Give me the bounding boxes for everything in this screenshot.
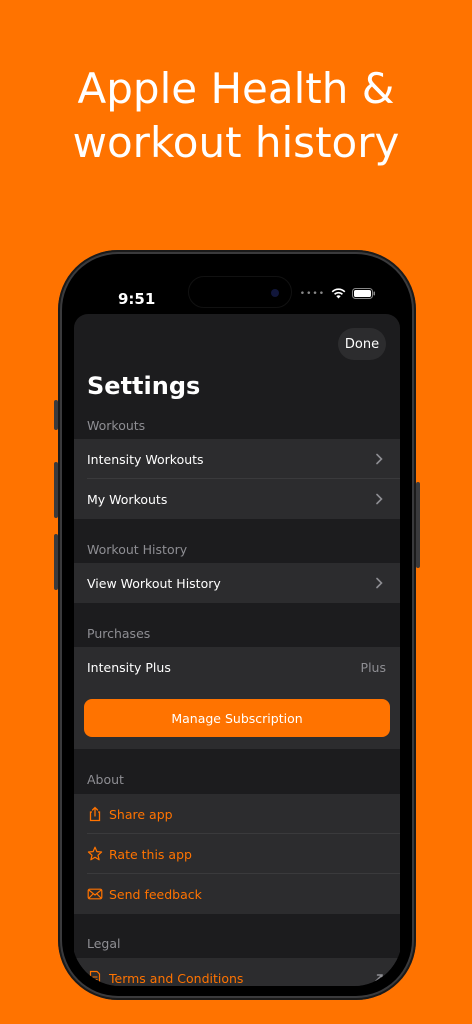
status-bar: 9:51 •••• [72, 264, 402, 316]
envelope-icon [87, 888, 103, 900]
action-button [54, 400, 58, 430]
section-header-workout-history: Workout History [87, 542, 188, 557]
list-item-share-app[interactable]: Share app [74, 794, 400, 834]
phone-frame: 9:51 •••• Done Settings Workouts Intensi… [54, 250, 420, 1000]
manage-subscription-button[interactable]: Manage Subscription [84, 699, 390, 737]
list-item-label: Send feedback [109, 886, 202, 902]
camera-icon [271, 289, 279, 297]
list-item-intensity-workouts[interactable]: Intensity Workouts [74, 439, 400, 479]
phone-bezel: 9:51 •••• Done Settings Workouts Intensi… [62, 254, 412, 996]
list-item-label: Terms and Conditions [109, 970, 244, 986]
status-icons: •••• [300, 288, 376, 299]
list-item-label: Rate this app [109, 846, 192, 862]
star-icon [87, 846, 103, 861]
chevron-right-icon [376, 453, 383, 465]
list-item-rate-app[interactable]: Rate this app [74, 834, 400, 874]
section-header-about: About [87, 772, 124, 787]
signal-icon: •••• [299, 288, 325, 299]
external-link-icon [375, 974, 383, 982]
manage-subscription-area: Manage Subscription [74, 687, 400, 749]
list-item-view-workout-history[interactable]: View Workout History [74, 563, 400, 603]
legal-group: Terms and Conditions [74, 958, 400, 986]
about-group: Share app Rate this app Send feedback [74, 794, 400, 914]
plan-value: Plus [360, 659, 386, 675]
list-item-label: My Workouts [87, 491, 168, 507]
section-header-purchases: Purchases [87, 626, 151, 641]
list-item-label: Share app [109, 806, 173, 822]
list-item-send-feedback[interactable]: Send feedback [74, 874, 400, 914]
done-button[interactable]: Done [338, 328, 386, 360]
document-icon [89, 970, 101, 986]
page-title: Settings [87, 372, 201, 400]
purchases-group: Intensity Plus Plus [74, 647, 400, 687]
volume-up-button [54, 462, 58, 518]
chevron-right-icon [376, 493, 383, 505]
battery-icon [352, 288, 375, 299]
settings-sheet: Done Settings Workouts Intensity Workout… [74, 314, 400, 986]
headline-line-2: workout history [72, 118, 400, 167]
list-item-label: Intensity Plus [87, 659, 171, 675]
share-icon [89, 806, 101, 822]
dynamic-island [188, 276, 292, 308]
list-item-my-workouts[interactable]: My Workouts [74, 479, 400, 519]
power-button [416, 482, 420, 568]
headline-line-1: Apple Health & [77, 64, 395, 113]
list-item-label: View Workout History [87, 575, 221, 591]
volume-down-button [54, 534, 58, 590]
section-header-workouts: Workouts [87, 418, 146, 433]
marketing-headline: Apple Health & workout history [0, 62, 472, 170]
list-item-intensity-plus: Intensity Plus Plus [74, 647, 400, 687]
wifi-icon [331, 288, 346, 299]
list-item-label: Intensity Workouts [87, 451, 204, 467]
phone-screen: 9:51 •••• Done Settings Workouts Intensi… [72, 264, 402, 986]
workouts-group: Intensity Workouts My Workouts [74, 439, 400, 519]
status-time: 9:51 [118, 290, 156, 308]
chevron-right-icon [376, 577, 383, 589]
section-header-legal: Legal [87, 936, 121, 951]
history-group: View Workout History [74, 563, 400, 603]
list-item-terms[interactable]: Terms and Conditions [74, 958, 400, 986]
